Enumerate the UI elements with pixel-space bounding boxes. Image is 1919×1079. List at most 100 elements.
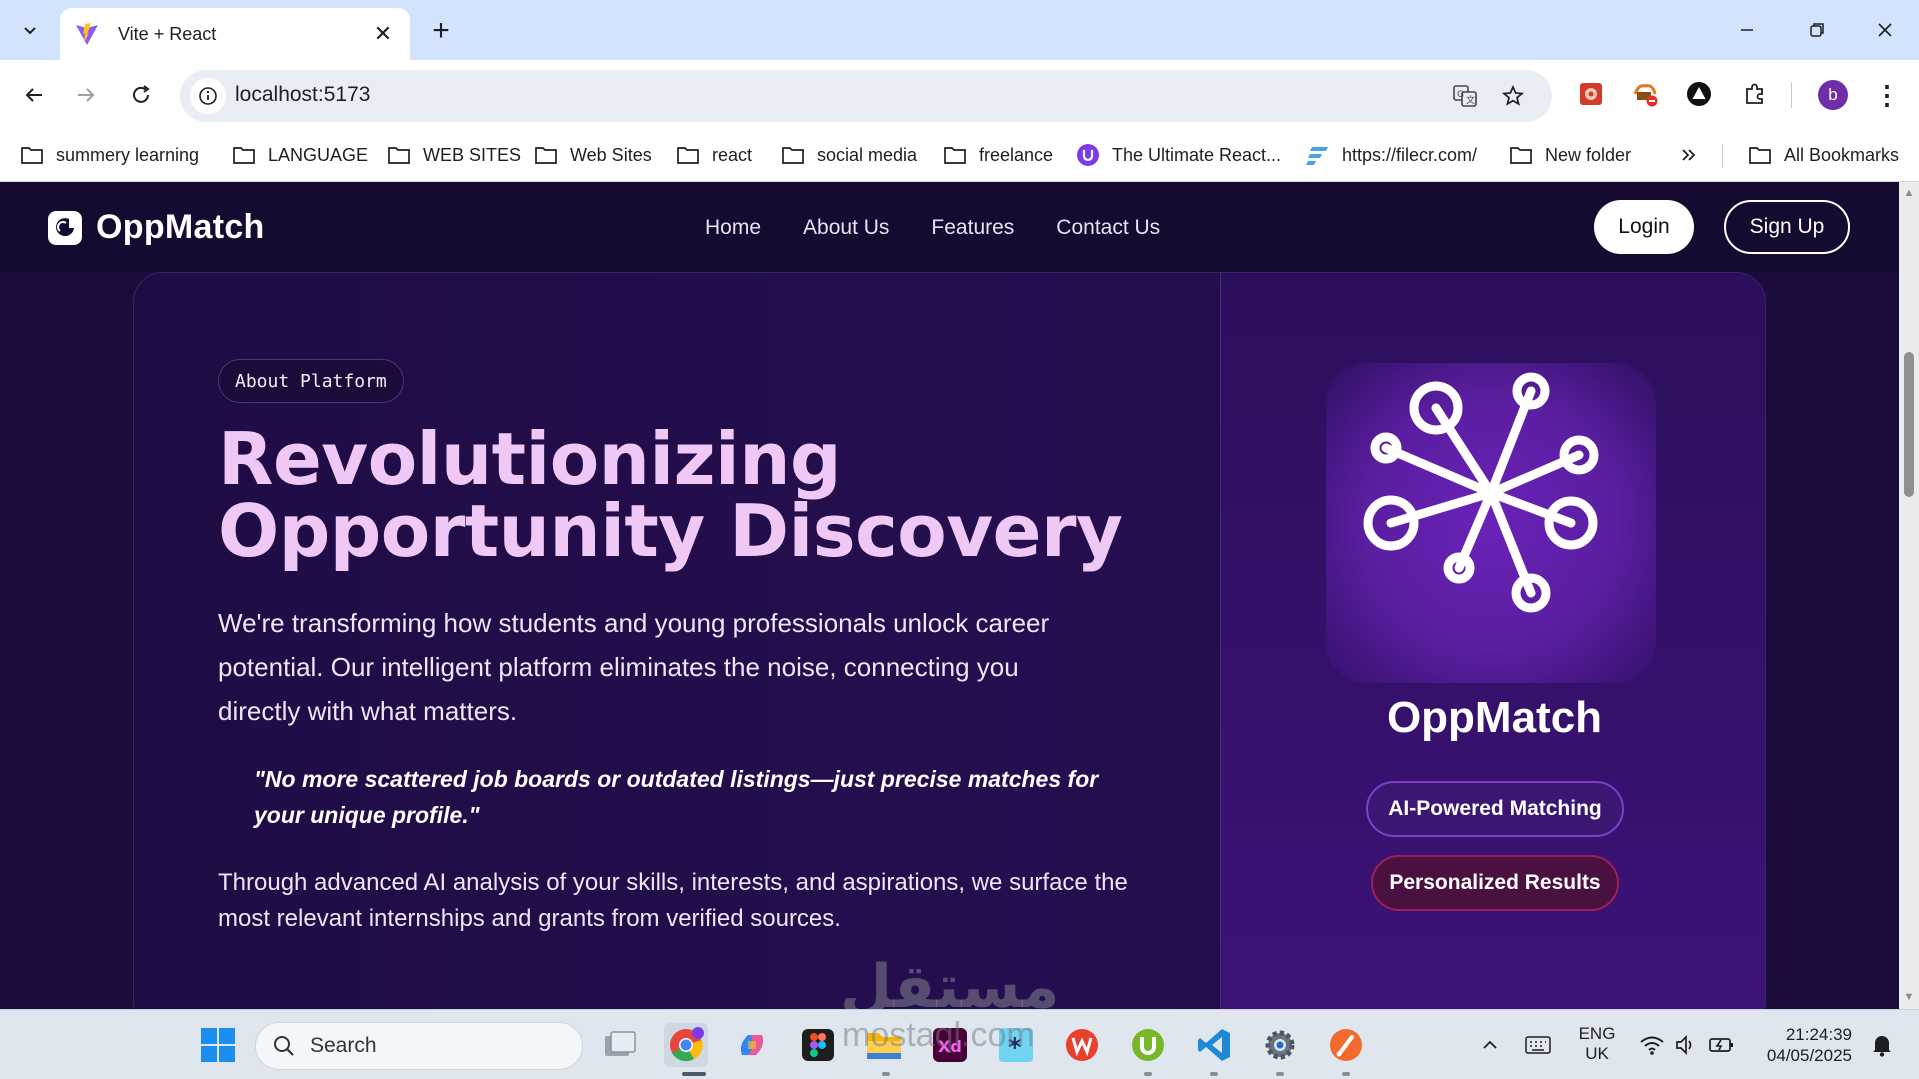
hero-paragraph: We're transforming how students and youn… bbox=[218, 608, 1050, 726]
web-page: OppMatch Home About Us Features Contact … bbox=[0, 182, 1899, 1009]
tab-search-button[interactable] bbox=[10, 12, 50, 48]
clock-time: 21:24:39 bbox=[1785, 1025, 1852, 1044]
gear-icon bbox=[1265, 1030, 1295, 1060]
taskbar-search[interactable]: Search bbox=[255, 1022, 583, 1070]
svg-text:文: 文 bbox=[1466, 94, 1475, 106]
bookmark-folder[interactable]: LANGUAGE bbox=[232, 140, 368, 170]
reload-button[interactable] bbox=[121, 75, 161, 115]
copilot-icon bbox=[740, 1035, 764, 1055]
minimize-button[interactable] bbox=[1724, 10, 1770, 50]
nav-about-us[interactable]: About Us bbox=[803, 216, 889, 240]
address-bar[interactable]: localhost:5173 G文 bbox=[180, 70, 1552, 122]
figma-icon bbox=[802, 1029, 834, 1061]
about-card: About Platform Revolutionizing Opportuni… bbox=[133, 272, 1766, 1009]
notifications-button[interactable] bbox=[1864, 1023, 1900, 1067]
restore-icon bbox=[1810, 23, 1824, 37]
scroll-thumb[interactable] bbox=[1904, 352, 1914, 497]
browser-menu-icon[interactable]: ⋮ bbox=[1872, 78, 1902, 112]
bookmark-link[interactable]: https://filecr.com/ bbox=[1306, 140, 1477, 170]
volume-status[interactable] bbox=[1668, 1023, 1704, 1067]
more-bookmarks-button[interactable] bbox=[1680, 140, 1710, 170]
all-bookmarks-button[interactable]: All Bookmarks bbox=[1748, 140, 1899, 170]
puzzle-icon bbox=[1746, 83, 1763, 104]
clock[interactable]: 21:24:39 04/05/2025 bbox=[1756, 1024, 1852, 1066]
restore-button[interactable] bbox=[1794, 10, 1840, 50]
hero-paragraph-2: Through advanced AI analysis of your ski… bbox=[218, 869, 1128, 932]
bookmark-link[interactable]: The Ultimate React... bbox=[1076, 140, 1281, 170]
extensions-menu-button[interactable] bbox=[1738, 77, 1772, 111]
signup-button[interactable]: Sign Up bbox=[1724, 200, 1850, 254]
utorrent-taskbar-button[interactable] bbox=[1126, 1023, 1170, 1067]
bookmark-star-button[interactable] bbox=[1498, 81, 1528, 111]
new-tab-button[interactable]: + bbox=[424, 14, 458, 48]
vscode-taskbar-button[interactable] bbox=[1192, 1023, 1236, 1067]
nav-contact-us[interactable]: Contact Us bbox=[1056, 216, 1160, 240]
reload-icon bbox=[133, 85, 150, 103]
copilot-taskbar-button[interactable] bbox=[730, 1023, 774, 1067]
scroll-up-icon[interactable]: ▲ bbox=[1903, 187, 1915, 199]
chevron-down-icon bbox=[24, 27, 36, 35]
extension-1-button[interactable] bbox=[1574, 77, 1608, 111]
page-scrollbar[interactable]: ▲ ▼ bbox=[1899, 182, 1919, 1009]
bookmark-folder[interactable]: freelance bbox=[943, 140, 1053, 170]
svg-text:G: G bbox=[1457, 90, 1464, 100]
bookmark-label: New folder bbox=[1545, 144, 1632, 165]
nav-features[interactable]: Features bbox=[931, 216, 1014, 240]
bookmark-label: summery learning bbox=[56, 144, 200, 165]
brand-name: OppMatch bbox=[96, 208, 265, 246]
star-icon bbox=[1501, 84, 1525, 106]
clock-date: 04/05/2025 bbox=[1766, 1046, 1852, 1065]
bookmark-folder[interactable]: WEB SITES bbox=[387, 140, 521, 170]
bookmark-folder[interactable]: New folder bbox=[1509, 140, 1631, 170]
scroll-down-icon[interactable]: ▼ bbox=[1903, 991, 1915, 1003]
login-button[interactable]: Login bbox=[1594, 200, 1694, 254]
browser-tab[interactable]: Vite + React ✕ bbox=[60, 8, 410, 60]
chrome-icon bbox=[670, 1027, 704, 1062]
bookmark-folder[interactable]: react bbox=[676, 140, 752, 170]
brand-logo-link[interactable]: OppMatch bbox=[48, 208, 265, 247]
touch-keyboard-button[interactable] bbox=[1518, 1023, 1558, 1067]
info-icon bbox=[199, 87, 217, 105]
profile-avatar[interactable]: b bbox=[1818, 80, 1848, 110]
utorrent-indicator bbox=[1144, 1072, 1152, 1076]
nav-home[interactable]: Home bbox=[705, 216, 761, 240]
wps-office-taskbar-button[interactable] bbox=[1060, 1023, 1104, 1067]
battery-status[interactable] bbox=[1704, 1023, 1740, 1067]
bookmark-label: WEB SITES bbox=[423, 144, 522, 165]
back-button[interactable] bbox=[14, 75, 54, 115]
start-button[interactable] bbox=[196, 1023, 240, 1067]
translate-button[interactable]: G文 bbox=[1450, 81, 1480, 111]
speaker-icon bbox=[1676, 1034, 1692, 1056]
filecr-icon bbox=[1306, 147, 1328, 165]
vite-icon bbox=[76, 23, 98, 45]
task-view-button[interactable] bbox=[598, 1023, 642, 1067]
bookmark-folder[interactable]: Web Sites bbox=[534, 140, 652, 170]
chrome-taskbar-button[interactable] bbox=[664, 1023, 708, 1067]
folder-icon bbox=[233, 147, 255, 164]
figma-taskbar-button[interactable] bbox=[796, 1023, 840, 1067]
triangle-extension-icon bbox=[1687, 82, 1711, 106]
wifi-status[interactable] bbox=[1634, 1023, 1670, 1067]
settings-taskbar-button[interactable] bbox=[1258, 1023, 1302, 1067]
bookmark-folder[interactable]: summery learning bbox=[20, 140, 199, 170]
personalized-results-pill: Personalized Results bbox=[1371, 855, 1619, 911]
close-window-button[interactable] bbox=[1862, 10, 1908, 50]
watermark-arabic: مستقل bbox=[840, 952, 1060, 1009]
site-info-button[interactable] bbox=[190, 78, 226, 114]
tab-title: Vite + React bbox=[118, 23, 217, 44]
showcase-panel: OppMatch AI-Powered Matching Personalize… bbox=[1220, 273, 1765, 1009]
language-code: ENG bbox=[1578, 1024, 1616, 1043]
extension-3-button[interactable] bbox=[1682, 77, 1716, 111]
paint-app-taskbar-button[interactable] bbox=[1324, 1023, 1368, 1067]
forward-button[interactable] bbox=[66, 75, 106, 115]
language-indicator[interactable]: ENG UK bbox=[1570, 1024, 1624, 1064]
utorrent-icon bbox=[1132, 1029, 1164, 1061]
folder-icon bbox=[1749, 147, 1771, 164]
extension-2-button[interactable] bbox=[1628, 77, 1662, 111]
bookmark-label: https://filecr.com/ bbox=[1342, 144, 1478, 165]
bookmark-folder[interactable]: social media bbox=[781, 140, 917, 170]
oppmatch-logo-icon bbox=[48, 210, 82, 245]
tab-close-icon[interactable]: ✕ bbox=[370, 21, 396, 47]
show-hidden-icons-button[interactable] bbox=[1470, 1023, 1510, 1067]
windows-icon bbox=[201, 1028, 235, 1062]
